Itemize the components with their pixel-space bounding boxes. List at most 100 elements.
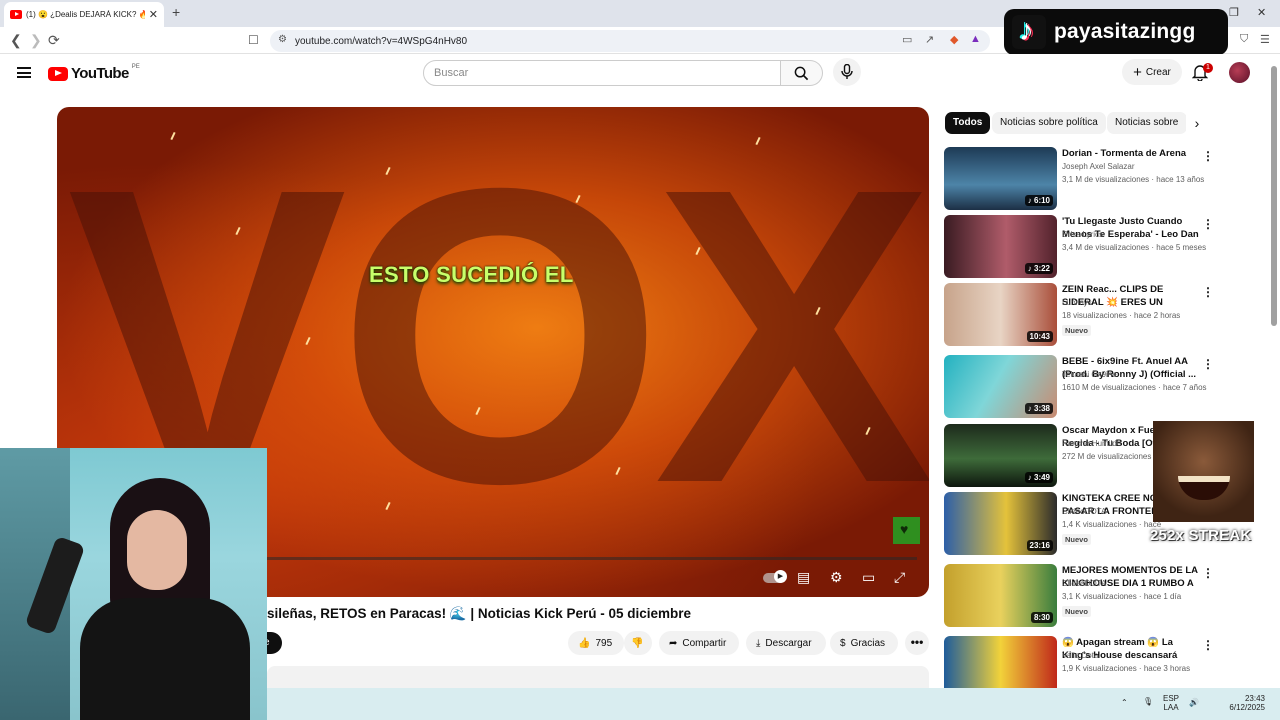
channel-name[interactable]: Rancho Humilde bbox=[1062, 439, 1121, 448]
video-headline-text: ESTO SUCEDIÓ EL bbox=[369, 262, 574, 287]
browser-menu-icon[interactable]: ☰ bbox=[1260, 33, 1270, 46]
recommendation-title[interactable]: Dorian - Tormenta de Arena bbox=[1062, 147, 1202, 160]
close-window-button[interactable]: ✕ bbox=[1257, 6, 1266, 19]
forward-icon[interactable]: ❯ bbox=[30, 32, 42, 49]
share-button[interactable]: ➦ Compartir bbox=[659, 631, 739, 655]
download-button[interactable]: ⤓ Descargar bbox=[746, 631, 826, 655]
browser-tab[interactable]: (1) 😮 ¿Dealis DEJARÁ KICK? 🔥 ✕ bbox=[4, 2, 164, 27]
bookmark-icon[interactable]: ☐ bbox=[248, 33, 259, 47]
video-thumbnail[interactable]: ♪ 6:10 bbox=[944, 147, 1057, 210]
duration-badge: ♪ 6:10 bbox=[1024, 195, 1053, 206]
share-page-icon[interactable]: ↗ bbox=[925, 33, 934, 46]
volume-icon[interactable]: 🔊 bbox=[1189, 698, 1199, 707]
more-actions-button[interactable]: ••• bbox=[905, 631, 929, 655]
plus-icon: + bbox=[1133, 63, 1142, 81]
voice-search-button[interactable] bbox=[833, 58, 861, 86]
recommendation-item[interactable]: 10:43 ZEIN Reac... CLIPS DE SIDERAL 💥 ERE… bbox=[944, 283, 1214, 347]
thanks-icon: $ bbox=[840, 637, 846, 649]
dislike-button[interactable]: 👎 bbox=[624, 631, 652, 655]
video-thumbnail[interactable]: 10:43 bbox=[944, 283, 1057, 346]
site-info-icon[interactable]: ⚙ bbox=[278, 34, 287, 45]
channel-name[interactable]: ClideoDOTA bbox=[1062, 579, 1106, 588]
more-options-icon[interactable]: ⋮ bbox=[1202, 566, 1214, 580]
more-options-icon[interactable]: ⋮ bbox=[1202, 149, 1214, 163]
subtitles-icon[interactable]: ▤ bbox=[797, 569, 810, 586]
thanks-label: Gracias bbox=[850, 637, 886, 649]
duration-badge: ♪ 3:38 bbox=[1024, 403, 1053, 414]
more-options-icon[interactable]: ⋮ bbox=[1202, 285, 1214, 299]
rewards-icon[interactable]: ▲ bbox=[970, 33, 981, 45]
autoplay-toggle[interactable] bbox=[763, 570, 787, 583]
thanks-button[interactable]: $ Gracias bbox=[830, 631, 898, 655]
vpn-icon[interactable]: ⛉ bbox=[1240, 33, 1248, 46]
youtube-header: YouTube PE Buscar + Crear bbox=[0, 54, 1280, 94]
tiktok-handle: payasitazingg bbox=[1054, 20, 1196, 43]
chevron-right-icon[interactable]: › bbox=[1186, 112, 1208, 134]
menu-icon[interactable] bbox=[17, 67, 31, 78]
video-thumbnail[interactable]: 8:30 bbox=[944, 564, 1057, 627]
maximize-button[interactable]: ❐ bbox=[1229, 6, 1239, 19]
video-thumbnail[interactable]: ♪ 3:49 bbox=[944, 424, 1057, 487]
account-avatar[interactable] bbox=[1229, 62, 1250, 83]
download-label: Descargar bbox=[765, 637, 812, 649]
search-button[interactable] bbox=[781, 60, 823, 86]
create-button[interactable]: + Crear bbox=[1122, 59, 1182, 85]
duration-badge: 23:16 bbox=[1026, 540, 1053, 551]
channel-name[interactable]: Valle Dota bbox=[1062, 651, 1098, 660]
more-options-icon[interactable]: ⋮ bbox=[1202, 217, 1214, 231]
video-thumbnail[interactable]: 23:16 bbox=[944, 492, 1057, 555]
chip-news[interactable]: Noticias sobre bbox=[1107, 112, 1187, 134]
chip-politics-news[interactable]: Noticias sobre política bbox=[992, 112, 1106, 134]
page-scrollbar[interactable] bbox=[1271, 66, 1277, 326]
channel-name[interactable]: Luminys bbox=[1062, 298, 1092, 307]
microphone-icon bbox=[841, 64, 853, 79]
video-title: sileñas, RETOS en Paracas! 🌊 | Noticias … bbox=[267, 606, 692, 621]
duration-badge: ♪ 3:49 bbox=[1024, 472, 1053, 483]
view-meta: 3,4 M de visualizaciones · hace 5 meses bbox=[1062, 243, 1207, 252]
theater-mode-icon[interactable]: ▭ bbox=[862, 569, 875, 586]
recommendation-item[interactable]: ♪ 6:10 Dorian - Tormenta de Arena Joseph A… bbox=[944, 147, 1214, 211]
search-input[interactable]: Buscar bbox=[423, 60, 781, 86]
youtube-logo[interactable]: YouTube PE bbox=[48, 63, 140, 82]
view-meta: 18 visualizaciones · hace 2 horas bbox=[1062, 311, 1181, 320]
channel-name[interactable]: Joseph Axel Salazar bbox=[1062, 162, 1135, 171]
clock[interactable]: 23:43 6/12/2025 bbox=[1211, 694, 1265, 712]
video-thumbnail[interactable]: ♪ 3:22 bbox=[944, 215, 1057, 278]
channel-name[interactable]: ClideoDOTA bbox=[1062, 507, 1106, 516]
keyboard-language[interactable]: ESP LAA bbox=[1163, 694, 1179, 712]
brave-shield-icon[interactable]: ◆ bbox=[950, 33, 958, 46]
cast-icon[interactable]: ▭ bbox=[902, 33, 912, 46]
video-thumbnail[interactable]: ♪ 3:38 bbox=[944, 355, 1057, 418]
like-count: 795 bbox=[595, 637, 613, 649]
new-tab-button[interactable]: + bbox=[172, 4, 180, 20]
recommendation-item[interactable]: 8:30 MEJORES MOMENTOS DE LA KINGHOUSE DIA… bbox=[944, 564, 1214, 628]
reload-icon[interactable]: ⟳ bbox=[48, 32, 60, 49]
streak-overlay-text: 252x STREAK bbox=[1150, 527, 1252, 544]
like-button[interactable]: 👍 795 bbox=[568, 631, 624, 655]
settings-icon[interactable]: ⚙ bbox=[830, 569, 843, 586]
url-field[interactable]: ⚙ youtube.com/watch?v=4WSpG4nHv80 bbox=[270, 30, 990, 52]
channel-name[interactable]: Criss Lyrics bbox=[1062, 230, 1103, 239]
country-code: PE bbox=[131, 63, 140, 70]
fullscreen-icon[interactable]: ⤢ bbox=[894, 569, 905, 586]
clock-time: 23:43 bbox=[1244, 694, 1265, 703]
youtube-wordmark: YouTube bbox=[71, 65, 129, 82]
back-icon[interactable]: ❮ bbox=[10, 32, 22, 49]
tray-chevron-icon[interactable]: ⌃ bbox=[1121, 698, 1128, 707]
youtube-play-icon bbox=[48, 66, 68, 81]
clock-date: 6/12/2025 bbox=[1229, 703, 1265, 712]
recommendation-item[interactable]: ♪ 3:22 'Tu Llegaste Justo Cuando Menos Te… bbox=[944, 215, 1214, 279]
view-meta: 1610 M de visualizaciones · hace 7 años bbox=[1062, 383, 1207, 392]
view-meta: 3,1 M de visualizaciones · hace 13 años bbox=[1062, 175, 1205, 184]
streamer-webcam bbox=[0, 448, 267, 720]
tray-mic-icon[interactable]: 🎙 bbox=[1143, 697, 1153, 706]
channel-watermark-icon[interactable] bbox=[893, 517, 920, 544]
chip-all[interactable]: Todos bbox=[945, 112, 991, 134]
more-options-icon[interactable]: ⋮ bbox=[1202, 357, 1214, 371]
more-options-icon[interactable]: ⋮ bbox=[1202, 638, 1214, 652]
tab-close-icon[interactable]: ✕ bbox=[149, 8, 158, 21]
thumbs-down-icon: 👎 bbox=[631, 637, 644, 649]
share-icon: ➦ bbox=[669, 637, 678, 649]
channel-name[interactable]: Tekashi 6ix9ine bbox=[1062, 370, 1117, 379]
recommendation-item[interactable]: ♪ 3:38 BEBE - 6ix9ine Ft. Anuel AA (Prod.… bbox=[944, 355, 1214, 419]
